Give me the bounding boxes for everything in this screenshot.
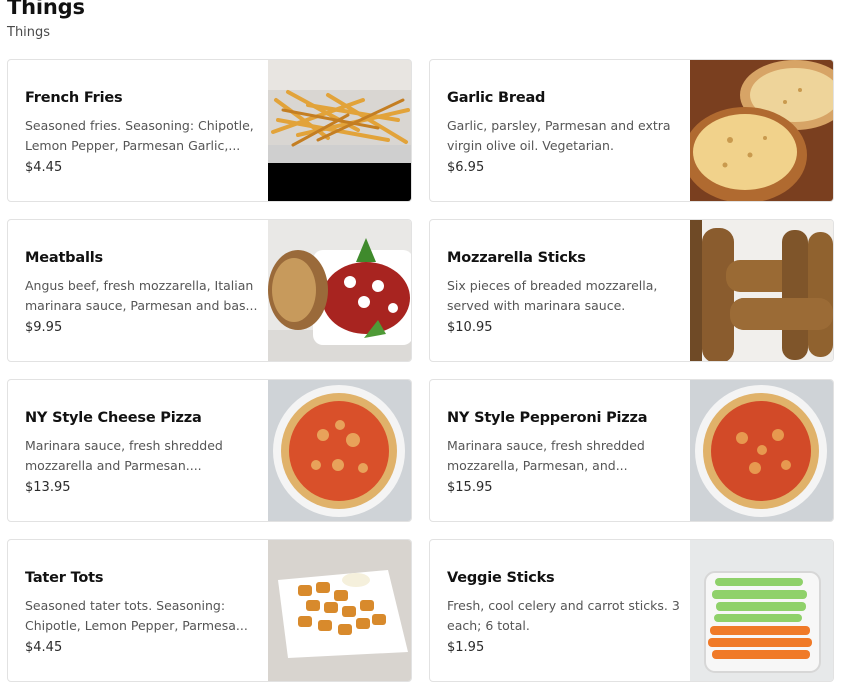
menu-item-card-mozzarella-sticks[interactable]: Mozzarella Sticks Six pieces of breaded …: [429, 219, 834, 362]
menu-item-name: NY Style Cheese Pizza: [25, 410, 202, 426]
menu-item-description: Marinara sauce, fresh shredded mozzarell…: [25, 438, 223, 473]
menu-item-description: Six pieces of breaded mozzarella, served…: [447, 278, 658, 313]
menu-item-description: Marinara sauce, fresh shredded mozzarell…: [447, 438, 645, 473]
menu-item-price: $13.95: [25, 480, 71, 495]
french-fries-photo: [268, 60, 411, 201]
menu-item-price: $4.45: [25, 160, 63, 175]
menu-item-grid: French Fries Seasoned fries. Seasoning: …: [7, 59, 834, 682]
menu-item-card-tater-tots[interactable]: Tater Tots Seasoned tater tots. Seasonin…: [7, 539, 412, 682]
section-subtitle: Things: [7, 25, 51, 40]
menu-item-description: Angus beef, fresh mozzarella, Italian ma…: [25, 278, 258, 313]
menu-item-info: NY Style Cheese Pizza Marinara sauce, fr…: [8, 380, 268, 521]
cheese-pizza-photo: [268, 380, 411, 521]
menu-item-info: Tater Tots Seasoned tater tots. Seasonin…: [8, 540, 268, 681]
menu-item-description: Garlic, parsley, Parmesan and extra virg…: [447, 118, 671, 153]
menu-item-name: Meatballs: [25, 250, 103, 266]
menu-item-price: $4.45: [25, 640, 63, 655]
menu-item-name: Mozzarella Sticks: [447, 250, 586, 266]
menu-item-info: NY Style Pepperoni Pizza Marinara sauce,…: [430, 380, 690, 521]
menu-item-description: Fresh, cool celery and carrot sticks. 3 …: [447, 598, 680, 633]
menu-item-card-veggie-sticks[interactable]: Veggie Sticks Fresh, cool celery and car…: [429, 539, 834, 682]
menu-item-price: $1.95: [447, 640, 485, 655]
menu-item-description: Seasoned fries. Seasoning: Chipotle, Lem…: [25, 118, 254, 153]
menu-item-name: Garlic Bread: [447, 90, 546, 106]
menu-item-description: Seasoned tater tots. Seasoning: Chipotle…: [25, 598, 248, 633]
menu-item-card-pepperoni-pizza[interactable]: NY Style Pepperoni Pizza Marinara sauce,…: [429, 379, 834, 522]
garlic-bread-photo: [690, 60, 833, 201]
meatballs-photo: [268, 220, 411, 361]
menu-item-info: Meatballs Angus beef, fresh mozzarella, …: [8, 220, 268, 361]
menu-item-card-meatballs[interactable]: Meatballs Angus beef, fresh mozzarella, …: [7, 219, 412, 362]
menu-item-price: $10.95: [447, 320, 493, 335]
mozzarella-sticks-photo: [690, 220, 833, 361]
menu-item-info: Veggie Sticks Fresh, cool celery and car…: [430, 540, 690, 681]
menu-item-info: Mozzarella Sticks Six pieces of breaded …: [430, 220, 690, 361]
menu-item-price: $9.95: [25, 320, 63, 335]
menu-item-card-cheese-pizza[interactable]: NY Style Cheese Pizza Marinara sauce, fr…: [7, 379, 412, 522]
menu-item-info: Garlic Bread Garlic, parsley, Parmesan a…: [430, 60, 690, 201]
menu-item-card-french-fries[interactable]: French Fries Seasoned fries. Seasoning: …: [7, 59, 412, 202]
menu-item-name: Veggie Sticks: [447, 570, 555, 586]
menu-item-price: $6.95: [447, 160, 485, 175]
menu-item-price: $15.95: [447, 480, 493, 495]
menu-item-name: French Fries: [25, 90, 123, 106]
menu-item-name: NY Style Pepperoni Pizza: [447, 410, 648, 426]
tater-tots-photo: [268, 540, 411, 681]
section-title: Things: [7, 0, 85, 19]
pepperoni-pizza-photo: [690, 380, 833, 521]
menu-item-info: French Fries Seasoned fries. Seasoning: …: [8, 60, 268, 201]
veggie-sticks-photo: [690, 540, 833, 681]
menu-item-name: Tater Tots: [25, 570, 104, 586]
menu-item-card-garlic-bread[interactable]: Garlic Bread Garlic, parsley, Parmesan a…: [429, 59, 834, 202]
